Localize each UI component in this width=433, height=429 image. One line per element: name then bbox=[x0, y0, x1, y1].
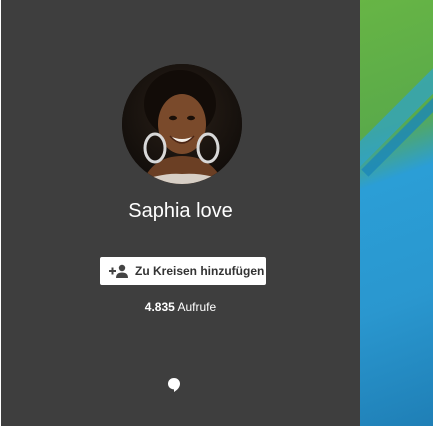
views-label: Aufrufe bbox=[177, 300, 217, 314]
add-to-circles-label: Zu Kreisen hinzufügen bbox=[135, 264, 265, 278]
person-add-icon bbox=[109, 264, 129, 278]
avatar[interactable] bbox=[122, 64, 242, 184]
hangout-icon[interactable] bbox=[167, 377, 181, 393]
cover-image bbox=[360, 0, 433, 426]
profile-panel: Saphia love Zu Kreisen hinzufügen 4.835 … bbox=[1, 0, 360, 426]
views-number: 4.835 bbox=[144, 300, 175, 314]
profile-card: Saphia love Zu Kreisen hinzufügen 4.835 … bbox=[0, 0, 433, 429]
avatar-photo bbox=[122, 64, 242, 184]
profile-name: Saphia love bbox=[128, 200, 233, 222]
views-count: 4.835 Aufrufe bbox=[1, 300, 360, 314]
add-to-circles-button[interactable]: Zu Kreisen hinzufügen bbox=[100, 257, 266, 285]
cover-stripe bbox=[360, 33, 433, 175]
